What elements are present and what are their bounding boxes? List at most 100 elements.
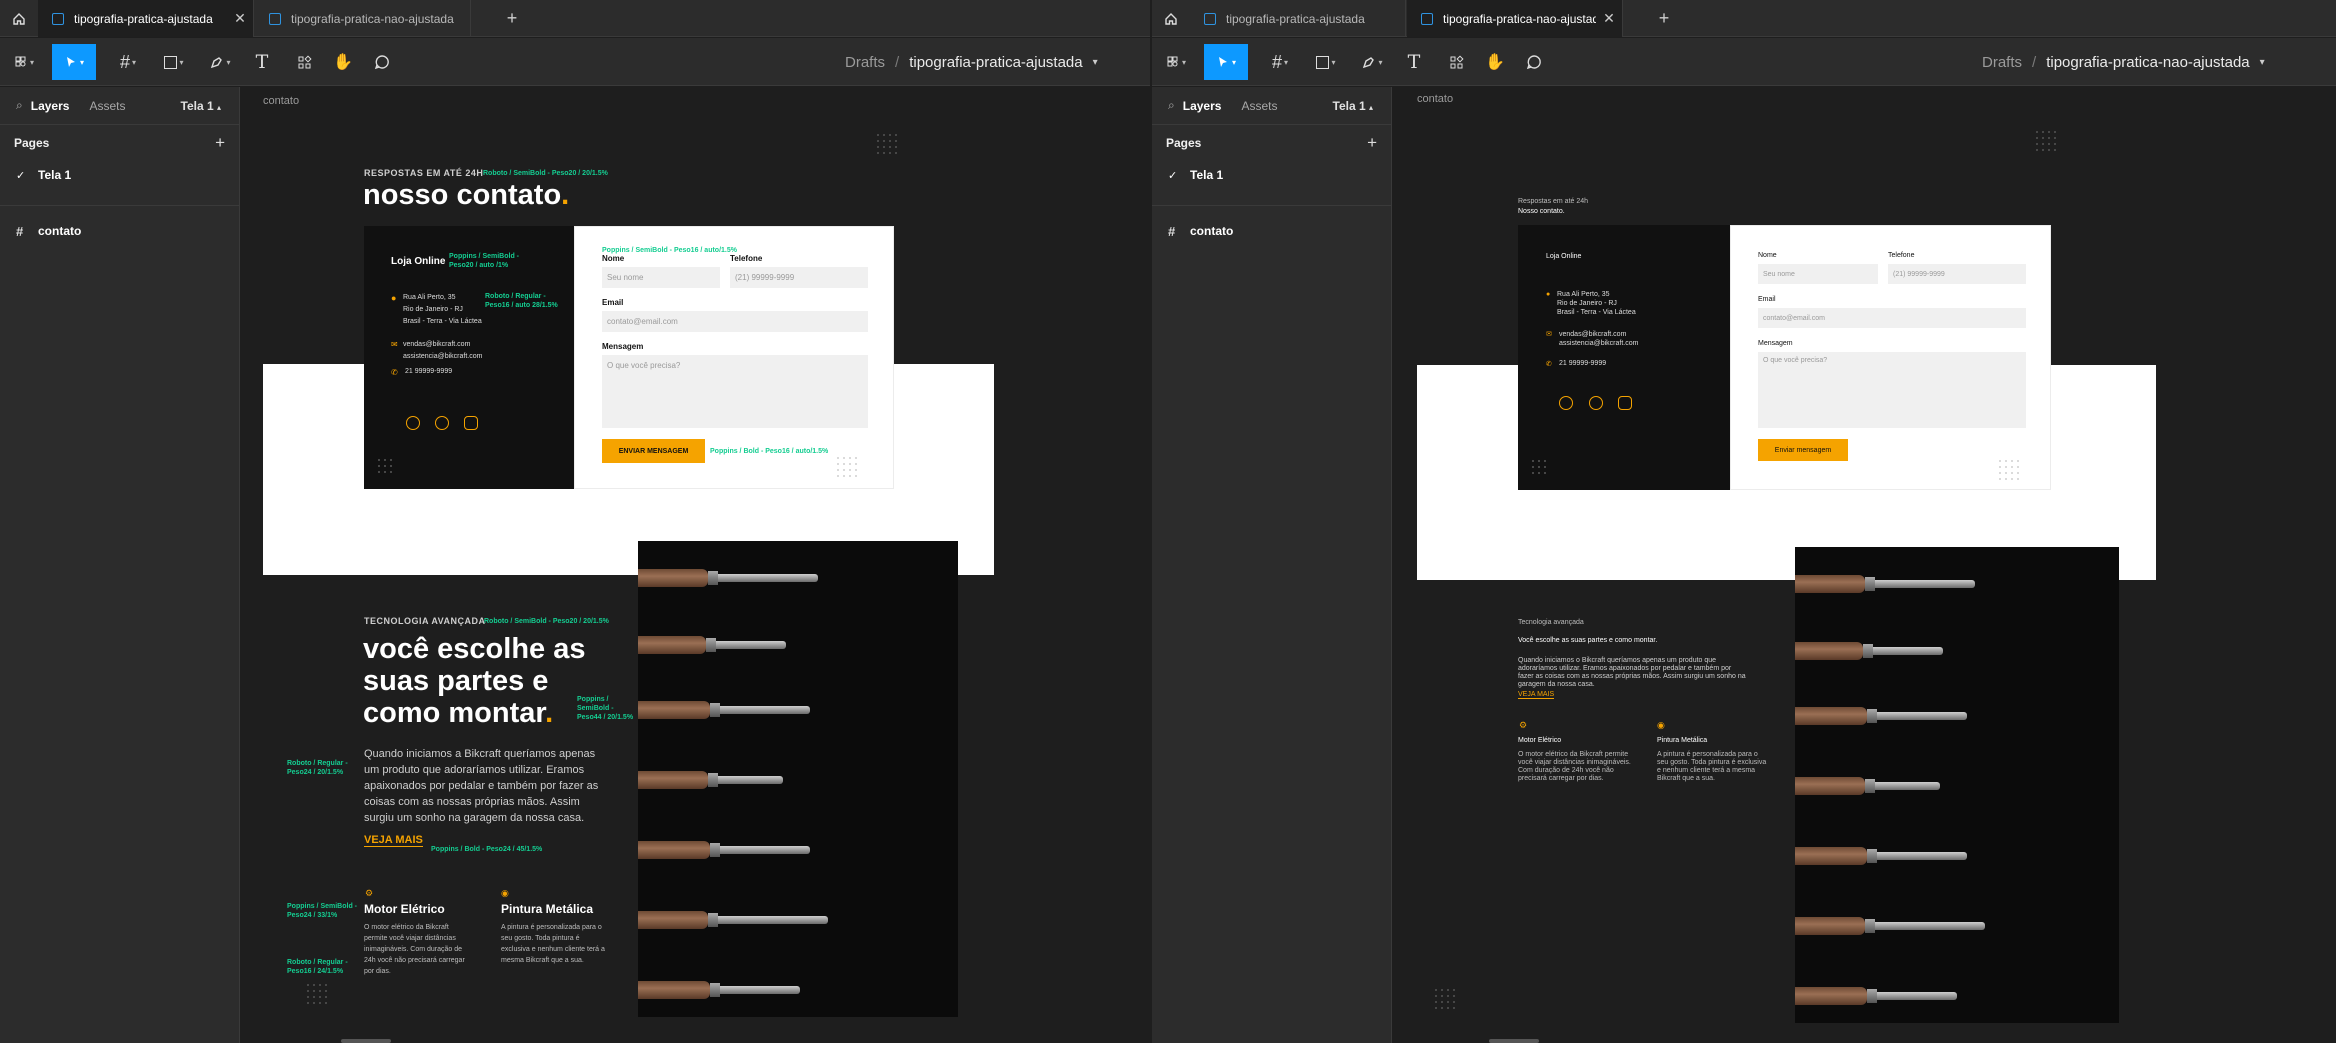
youtube-icon[interactable] bbox=[464, 416, 478, 430]
textarea-mensagem[interactable]: O que você precisa? bbox=[1758, 352, 2026, 428]
input-nome[interactable]: Seu nome bbox=[602, 267, 720, 288]
instagram-icon[interactable] bbox=[1559, 396, 1573, 410]
pages-title: Pages bbox=[1166, 136, 1202, 150]
home-button[interactable] bbox=[0, 0, 37, 37]
input-telefone[interactable]: (21) 99999-9999 bbox=[730, 267, 868, 288]
annotation: Roboto / Regular - Peso24 / 20/1.5% bbox=[287, 760, 348, 776]
comment-tool[interactable] bbox=[364, 44, 400, 80]
frame-contato[interactable]: Respostas em até 24h Nosso contato. Loja… bbox=[1417, 107, 2156, 1023]
emails: vendas@bikcraft.com assistencia@bikcraft.… bbox=[1559, 331, 1639, 347]
new-tab-button[interactable]: + bbox=[497, 0, 527, 37]
layers-sidebar: ⌕ Layers Assets Tela 1 ▴ Pages + ✓ Tela … bbox=[1152, 87, 1392, 1043]
eyebrow: RESPOSTAS EM ATÉ 24H bbox=[364, 168, 484, 178]
frame-tool[interactable]: # ▾ bbox=[108, 44, 148, 80]
text-tool[interactable]: T bbox=[244, 44, 280, 80]
check-icon: ✓ bbox=[1168, 169, 1178, 182]
tab-layers[interactable]: Layers bbox=[1183, 99, 1222, 113]
canvas[interactable]: contato Respostas em até 24h Nosso conta… bbox=[1393, 87, 2336, 1043]
dot-pattern bbox=[1997, 458, 2021, 482]
breadcrumb[interactable]: Drafts / tipografia-pratica-ajustada ▾ bbox=[845, 38, 1098, 86]
canvas[interactable]: contato RESPOSTAS EM ATÉ 24H Roboto / Se… bbox=[241, 87, 1150, 1043]
rectangle-icon bbox=[1316, 55, 1330, 69]
chevron-up-icon: ▴ bbox=[216, 102, 221, 112]
resources-tool[interactable] bbox=[1438, 44, 1474, 80]
layer-item-contato[interactable]: # contato bbox=[0, 214, 239, 248]
pen-tool[interactable]: ▾ bbox=[1352, 44, 1392, 80]
paint-icon: ◉ bbox=[1657, 720, 1665, 730]
move-tool[interactable]: ▾ bbox=[1204, 44, 1248, 80]
main-menu-button[interactable]: ▾ bbox=[1160, 44, 1192, 80]
comment-icon bbox=[1526, 55, 1541, 70]
heading: Nosso contato. bbox=[1518, 208, 1565, 215]
page-picker[interactable]: Tela 1 ▴ bbox=[181, 99, 222, 113]
comment-tool[interactable] bbox=[1516, 44, 1552, 80]
main-menu-button[interactable]: ▾ bbox=[8, 44, 40, 80]
close-icon[interactable]: ✕ bbox=[227, 10, 253, 27]
search-icon[interactable]: ⌕ bbox=[1168, 98, 1175, 113]
feature-title-pintura: Pintura Metálica bbox=[1657, 737, 1708, 744]
frame-label[interactable]: contato bbox=[1417, 93, 1453, 105]
contact-info-card: Loja Online ● Rua Ali Perto, 35 Rio de Ja… bbox=[1518, 225, 1730, 490]
frame-contato[interactable]: RESPOSTAS EM ATÉ 24H Roboto / SemiBold -… bbox=[263, 110, 994, 1017]
shape-tool[interactable]: ▾ bbox=[154, 44, 194, 80]
submit-button[interactable]: ENVIAR MENSAGEM bbox=[602, 439, 705, 463]
address: Rua Ali Perto, 35 Rio de Janeiro - RJ Bras… bbox=[403, 294, 482, 325]
facebook-icon[interactable] bbox=[435, 416, 449, 430]
toolbar: ▾ ▾ # ▾ ▾ ▾ T ✋ Drafts / tipografia-prati… bbox=[1152, 38, 2336, 86]
check-icon: ✓ bbox=[16, 169, 26, 182]
tab-file-ajustada[interactable]: tipografia-pratica-ajustada ✕ bbox=[38, 0, 254, 37]
input-nome[interactable]: Seu nome bbox=[1758, 264, 1878, 284]
phone: 21 99999-9999 bbox=[1559, 360, 1607, 367]
add-page-icon[interactable]: + bbox=[215, 133, 225, 153]
tab-layers[interactable]: Layers bbox=[31, 99, 70, 113]
chevron-down-icon[interactable]: ▾ bbox=[1093, 57, 1098, 68]
veja-mais-link[interactable]: VEJA MAIS bbox=[364, 834, 423, 847]
shape-tool[interactable]: ▾ bbox=[1306, 44, 1346, 80]
tab-assets[interactable]: Assets bbox=[89, 99, 125, 113]
add-page-icon[interactable]: + bbox=[1367, 133, 1377, 153]
facebook-icon[interactable] bbox=[1589, 396, 1603, 410]
figma-file-icon bbox=[269, 12, 281, 25]
breadcrumb[interactable]: Drafts / tipografia-pratica-nao-ajustada… bbox=[1982, 38, 2265, 86]
input-email[interactable]: contato@email.com bbox=[1758, 308, 2026, 328]
youtube-icon[interactable] bbox=[1618, 396, 1632, 410]
chevron-down-icon[interactable]: ▾ bbox=[2260, 57, 2265, 68]
tab-file-nao-ajustada[interactable]: tipografia-pratica-nao-ajustada bbox=[255, 0, 471, 37]
page-item-tela-1[interactable]: ✓ Tela 1 bbox=[1152, 161, 1391, 189]
horizontal-scrollbar[interactable] bbox=[341, 1039, 391, 1043]
dot-pattern bbox=[376, 457, 396, 477]
page-picker[interactable]: Tela 1 ▴ bbox=[1333, 99, 1374, 113]
address: Rua Ali Perto, 35 Rio de Janeiro - RJ Bras… bbox=[1557, 291, 1636, 316]
input-telefone[interactable]: (21) 99999-9999 bbox=[1888, 264, 2026, 284]
tab-assets[interactable]: Assets bbox=[1241, 99, 1277, 113]
veja-mais-link[interactable]: VEJA MAIS bbox=[1518, 691, 1555, 699]
dot-pattern bbox=[2034, 129, 2058, 153]
label-nome: Nome bbox=[602, 254, 625, 263]
textarea-mensagem[interactable]: O que você precisa? bbox=[602, 355, 868, 428]
hand-tool[interactable]: ✋ bbox=[325, 44, 361, 80]
search-icon[interactable]: ⌕ bbox=[16, 98, 23, 113]
move-tool[interactable]: ▾ bbox=[52, 44, 96, 80]
dot-pattern bbox=[1433, 987, 1457, 1011]
figma-window-right: tipografia-pratica-ajustada tipografia-p… bbox=[1152, 0, 2336, 1043]
tab-file-nao-ajustada[interactable]: tipografia-pratica-nao-ajustada ✕ bbox=[1407, 0, 1623, 37]
tab-file-ajustada[interactable]: tipografia-pratica-ajustada bbox=[1190, 0, 1406, 37]
pen-tool[interactable]: ▾ bbox=[200, 44, 240, 80]
close-icon[interactable]: ✕ bbox=[1596, 10, 1622, 27]
resources-tool[interactable] bbox=[286, 44, 322, 80]
submit-button[interactable]: Enviar mensagem bbox=[1758, 439, 1848, 461]
eyebrow: Respostas em até 24h bbox=[1518, 198, 1589, 205]
frame-tool[interactable]: # ▾ bbox=[1260, 44, 1300, 80]
frame-label[interactable]: contato bbox=[263, 95, 299, 107]
input-email[interactable]: contato@email.com bbox=[602, 311, 868, 332]
horizontal-scrollbar[interactable] bbox=[1489, 1039, 1539, 1043]
layer-item-contato[interactable]: # contato bbox=[1152, 214, 1391, 248]
instagram-icon[interactable] bbox=[406, 416, 420, 430]
new-tab-button[interactable]: + bbox=[1649, 0, 1679, 37]
location-icon: ● bbox=[391, 293, 397, 303]
hand-tool[interactable]: ✋ bbox=[1477, 44, 1513, 80]
page-item-tela-1[interactable]: ✓ Tela 1 bbox=[0, 161, 239, 189]
contact-form-card: Nome Telefone Seu nome (21) 99999-9999 E… bbox=[1730, 225, 2051, 490]
home-button[interactable] bbox=[1152, 0, 1189, 37]
text-tool[interactable]: T bbox=[1396, 44, 1432, 80]
